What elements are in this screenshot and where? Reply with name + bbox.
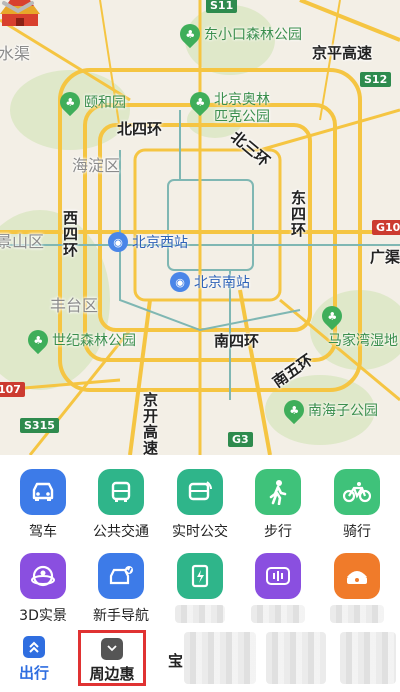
tree-icon: ♣ xyxy=(175,19,205,49)
tree-icon: ♣ xyxy=(23,325,53,355)
road-shield: G3 xyxy=(228,432,253,447)
3d-globe-icon xyxy=(20,553,66,599)
blurred-tab xyxy=(340,632,396,684)
shopping-bag-icon xyxy=(101,638,123,660)
ring-road-label: 南四环 xyxy=(214,332,260,350)
ring-road-label: 西四环 xyxy=(61,210,79,258)
poi-park[interactable]: ♣ 南海子公园 xyxy=(279,395,378,425)
road-shield: S11 xyxy=(206,0,238,13)
tree-icon: ♣ xyxy=(317,301,347,331)
service-extra[interactable] xyxy=(322,553,392,623)
district-label: 海淀区 xyxy=(72,156,121,175)
tree-icon: ♣ xyxy=(279,395,309,425)
road-shield: G102 xyxy=(372,220,400,235)
train-station-icon: ◉ xyxy=(108,232,128,252)
road-shield: S12 xyxy=(360,72,392,87)
service-icon xyxy=(334,553,380,599)
poi-park[interactable]: ♣ 马家湾湿地 xyxy=(317,301,398,349)
blurred-tab xyxy=(266,632,326,684)
poi-park[interactable]: ♣ 颐和园 xyxy=(55,87,126,117)
service-drive[interactable]: 驾车 xyxy=(8,469,78,541)
audio-icon xyxy=(255,553,301,599)
service-public-transit[interactable]: 公共交通 xyxy=(86,469,156,541)
district-label: 水渠 xyxy=(0,44,31,63)
poi-park[interactable]: ♣ 东小口森林公园 xyxy=(175,19,302,49)
blurred-tab xyxy=(184,632,256,684)
service-bike[interactable]: 骑行 xyxy=(322,469,392,541)
service-audio[interactable] xyxy=(243,553,313,623)
ring-road-label: 东四环 xyxy=(289,190,307,238)
bus-icon xyxy=(98,469,144,515)
charging-icon xyxy=(177,553,223,599)
poi-station[interactable]: ◉ 北京南站 xyxy=(170,272,250,292)
district-label: 丰台区 xyxy=(50,296,99,315)
ring-road-label: 北四环 xyxy=(117,120,163,138)
navigation-car-icon xyxy=(98,553,144,599)
road-shield: S315 xyxy=(20,418,59,433)
car-icon xyxy=(20,469,66,515)
district-label: 广渠 xyxy=(370,248,400,266)
district-label: 景山区 xyxy=(0,232,45,251)
poi-park[interactable]: ♣ 北京奥林匹克公园 xyxy=(185,87,274,126)
poi-park[interactable]: ♣ 世纪森林公园 xyxy=(23,325,136,355)
poi-station[interactable]: ◉ 北京西站 xyxy=(108,232,188,252)
service-realtime-bus[interactable]: 实时公交 xyxy=(165,469,235,541)
highway-label: 京平高速 xyxy=(312,44,373,62)
map-view[interactable]: 水渠 景山区 海淀区 丰台区 北四环 北三环 东四环 西四环 南四环 南五环 京… xyxy=(0,0,400,455)
chevron-down-icon[interactable] xyxy=(0,0,36,14)
tree-icon: ♣ xyxy=(185,87,215,117)
road-shield: 107 xyxy=(0,382,25,397)
bottom-sheet: 驾车 公共交通 实时公交 步行 骑行 3D实景 新手导航 出行 周边惠 宝 xyxy=(0,455,400,692)
bottom-tab-bar: 出行 周边惠 宝 xyxy=(0,612,400,692)
service-walk[interactable]: 步行 xyxy=(243,469,313,541)
highway-label: 京开高速 xyxy=(141,392,159,455)
train-station-icon: ◉ xyxy=(170,272,190,292)
walk-icon xyxy=(255,469,301,515)
tab-zhoubian[interactable]: 周边惠 xyxy=(78,630,146,686)
tab-partial[interactable]: 宝 xyxy=(168,650,183,671)
double-chevron-up-icon xyxy=(23,636,45,658)
tab-chuxing[interactable]: 出行 xyxy=(12,636,56,683)
bike-icon xyxy=(334,469,380,515)
service-charging[interactable] xyxy=(165,553,235,623)
realtime-bus-icon xyxy=(177,469,223,515)
tree-icon: ♣ xyxy=(55,87,85,117)
